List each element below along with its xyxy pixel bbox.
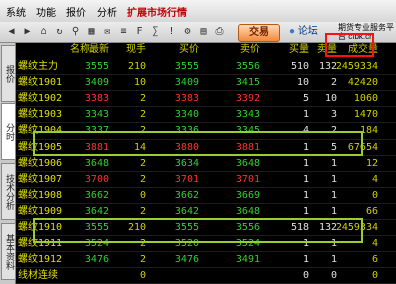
cell-bid: 3340 xyxy=(174,109,199,121)
table-row[interactable]: 螺纹1903 3343 2 3340 3343 1 3 1470 xyxy=(16,107,396,123)
cell-vol: 210 xyxy=(127,61,146,72)
cell-bid: 3555 xyxy=(174,61,199,72)
cell-ask: 3415 xyxy=(235,77,260,89)
cell-vol: 2 xyxy=(139,157,146,169)
cell-total: 2459334 xyxy=(335,61,378,72)
highlight-row-1905 xyxy=(33,131,363,156)
f10-icon[interactable]: F xyxy=(133,25,146,38)
cell-ask: 3669 xyxy=(235,189,260,201)
list-icon[interactable]: ≡ xyxy=(117,25,130,38)
menu-bar: 系统 功能 报价 分析 扩展市场行情 xyxy=(0,0,396,23)
cell-ask: 3491 xyxy=(235,254,260,266)
news-icon[interactable]: ✉ xyxy=(101,25,114,38)
cell-vol: 2 xyxy=(139,254,146,266)
cell-ask: 3556 xyxy=(235,61,260,72)
cell-vol: 2 xyxy=(139,109,146,121)
cell-vol: 10 xyxy=(133,77,146,89)
cell-total: 0 xyxy=(371,270,378,282)
table-row[interactable]: 螺纹1901 3409 10 3409 3415 10 2 42420 xyxy=(16,75,396,91)
cell-bid: 3662 xyxy=(174,189,199,201)
cell-total: 42420 xyxy=(347,77,378,89)
search-icon[interactable]: ⚲ xyxy=(69,25,82,38)
cell-bid: 3409 xyxy=(174,77,199,89)
menu-item-3[interactable]: 分析 xyxy=(97,4,117,19)
cell-ask: 3392 xyxy=(235,93,260,105)
menu-item-4[interactable]: 扩展市场行情 xyxy=(127,4,187,19)
table-row[interactable]: 螺纹主力 3555 210 3555 3556 510 132 2459334 xyxy=(16,59,396,75)
refresh-icon[interactable]: ↻ xyxy=(53,25,66,38)
sidebar: 报价 分时技术分析基本资料 xyxy=(0,43,16,284)
cell-bid: 3701 xyxy=(174,173,199,185)
cell-ask xyxy=(210,268,260,284)
cell-total: 0 xyxy=(371,189,378,201)
highlight-volume-header xyxy=(325,33,374,57)
home-icon[interactable]: ⌂ xyxy=(37,25,50,38)
cell-bid: 3634 xyxy=(174,157,199,169)
cell-vol: 2 xyxy=(139,93,146,105)
cell-vol: 0 xyxy=(139,189,146,201)
sidebar-tab-0[interactable]: 报价 xyxy=(1,45,16,102)
highlight-row-1910 xyxy=(33,218,363,243)
table-row[interactable]: 螺纹1906 3648 2 3634 3648 1 1 12 xyxy=(16,156,396,172)
cell-vol: 2 xyxy=(139,173,146,185)
forum-label: 论坛 xyxy=(297,26,318,37)
table-row[interactable]: 螺纹1908 3662 0 3662 3669 1 1 0 xyxy=(16,188,396,204)
table-row[interactable]: 螺纹1907 3700 2 3701 3701 1 1 4 xyxy=(16,172,396,188)
back-icon[interactable]: ◀ xyxy=(5,25,18,38)
chart-icon[interactable]: ▦ xyxy=(85,25,98,38)
settings-icon[interactable]: ⚙ xyxy=(181,25,194,38)
cell-bid xyxy=(149,268,199,284)
table-row[interactable]: 螺纹1912 3476 2 3476 3491 1 1 6 xyxy=(16,252,396,268)
cell-total: 1060 xyxy=(353,93,378,105)
cell-total: 4 xyxy=(371,173,378,185)
forward-icon[interactable]: ▶ xyxy=(21,25,34,38)
cell-vol: 0 xyxy=(139,270,146,282)
sidebar-tab-3[interactable]: 基本资料 xyxy=(1,223,16,280)
cell-bid: 3383 xyxy=(174,93,199,105)
table-row[interactable]: 螺纹1902 3383 2 3383 3392 5 10 1060 xyxy=(16,91,396,107)
cell-ask: 3648 xyxy=(235,157,260,169)
table-row[interactable]: 线材连续 0 0 0 0 xyxy=(16,268,396,284)
cell-ask: 3701 xyxy=(235,173,260,185)
grid-icon[interactable]: ▤ xyxy=(197,25,210,38)
cell-ask: 3343 xyxy=(235,109,260,121)
sidebar-tab-2[interactable]: 技术分析 xyxy=(1,163,16,220)
cell-total: 6 xyxy=(371,254,378,266)
quote-table: 名称 最新 现手 买价 卖价 买量 卖量 成交量 螺纹主力 3555 210 3555 3556 510 1… xyxy=(16,43,396,284)
calc-icon[interactable]: ∑ xyxy=(149,25,162,38)
trade-button[interactable]: 交易 xyxy=(238,24,280,42)
forum-icon: ● xyxy=(289,26,296,37)
cell-total: 12 xyxy=(365,157,378,169)
column-header-ask[interactable]: 卖价 xyxy=(215,43,260,57)
sidebar-tab-1[interactable]: 分时 xyxy=(1,103,16,160)
cell-bid: 3476 xyxy=(174,254,199,266)
menu-item-2[interactable]: 报价 xyxy=(66,4,86,19)
column-header-vol[interactable]: 现手 xyxy=(101,43,146,57)
cell-total: 1470 xyxy=(353,109,378,121)
column-header-bid[interactable]: 买价 xyxy=(154,43,199,57)
print-icon[interactable]: ⎙ xyxy=(213,25,226,38)
menu-item-1[interactable]: 功能 xyxy=(36,4,56,19)
menu-item-0[interactable]: 系统 xyxy=(6,4,26,19)
alert-icon[interactable]: ! xyxy=(165,25,178,38)
